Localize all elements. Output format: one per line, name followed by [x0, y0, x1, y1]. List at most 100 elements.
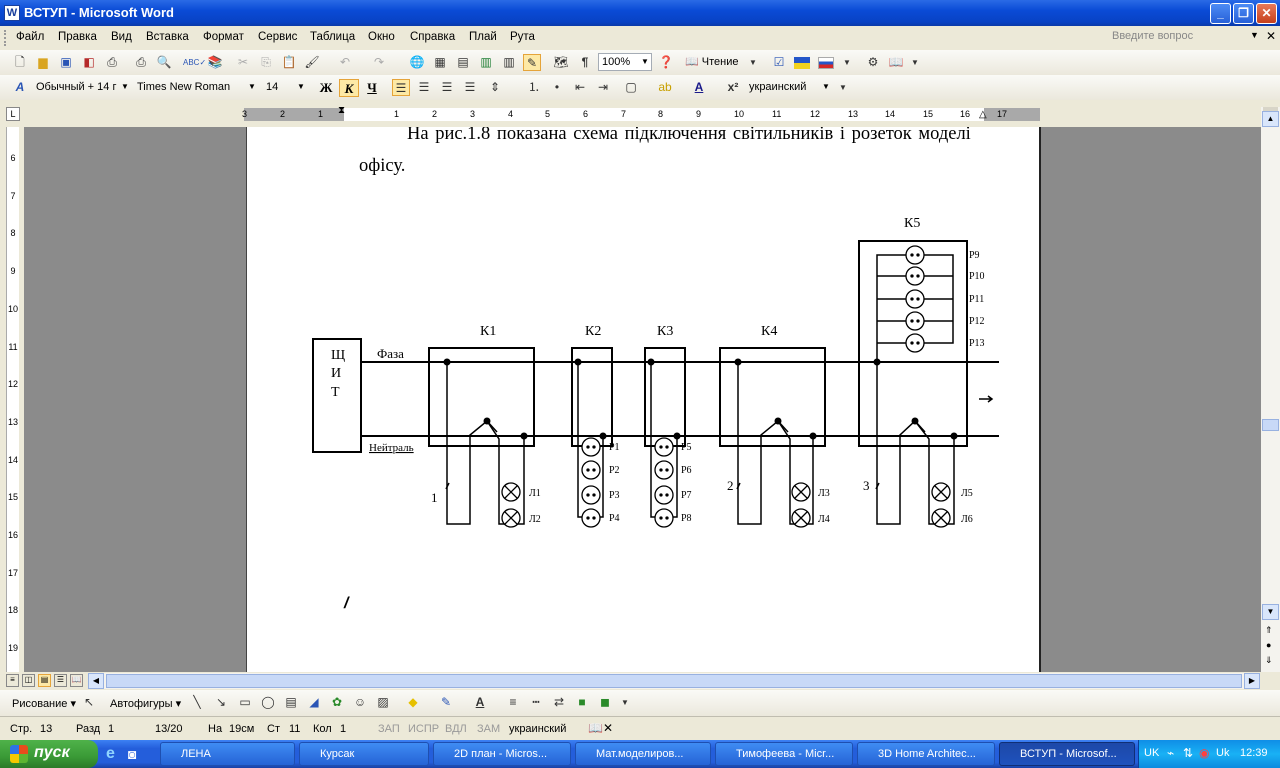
insert-table-icon[interactable]: ▤	[454, 54, 472, 71]
task-kursak[interactable]: Курсак	[299, 742, 429, 766]
paragraph-line-1[interactable]: На рис.1.8 показана схема підключення св…	[407, 127, 971, 145]
start-button[interactable]: пуск	[0, 740, 98, 768]
outline-view-icon[interactable]: ☰	[54, 674, 67, 687]
drawing-toggle-icon[interactable]: ✎	[523, 54, 541, 71]
normal-view-icon[interactable]: ≡	[6, 674, 19, 687]
book-icon[interactable]: 📖	[887, 54, 905, 71]
align-left-icon[interactable]: ☰	[392, 79, 410, 96]
toolbar-options-icon[interactable]: ▼	[748, 54, 758, 71]
textbox-icon[interactable]: ▤	[282, 694, 300, 711]
hscroll-right-button[interactable]: ▶	[1244, 673, 1260, 689]
menu-edit[interactable]: Правка	[58, 31, 97, 43]
right-indent-marker-icon[interactable]: △	[979, 109, 987, 120]
toolbar-options2-icon[interactable]: ▼	[842, 54, 852, 71]
clock[interactable]: 12:39	[1240, 747, 1268, 759]
print-view-icon[interactable]: ▤	[38, 674, 51, 687]
highlight-icon[interactable]: ab	[656, 79, 674, 96]
spelling-status-icon[interactable]: 📖✕	[588, 721, 613, 735]
menu-window[interactable]: Окно	[368, 31, 395, 43]
columns-icon[interactable]: ▥	[500, 54, 518, 71]
open-icon[interactable]: ▆	[34, 54, 52, 71]
excel-icon[interactable]: ▥	[477, 54, 495, 71]
ukraine-flag-icon[interactable]	[794, 57, 810, 69]
3d-icon[interactable]: ◼	[596, 694, 614, 711]
menu-file[interactable]: Файл	[16, 31, 44, 43]
bullets-icon[interactable]: •	[548, 79, 566, 96]
format-painter-icon[interactable]: 🖌	[303, 54, 321, 71]
font-select[interactable]: Times New Roman ▼	[133, 78, 259, 96]
arrow-style-icon[interactable]: ⇄	[550, 694, 568, 711]
paragraph-line-2[interactable]: офісу.	[359, 156, 405, 177]
tab-stop-selector[interactable]: L	[6, 107, 20, 121]
font-color-draw-icon[interactable]: A	[471, 694, 489, 711]
dash-style-icon[interactable]: ┅	[527, 694, 545, 711]
close-button[interactable]: ✕	[1256, 3, 1277, 24]
cut-icon[interactable]: ✂	[234, 54, 252, 71]
new-document-icon[interactable]: 🗋	[11, 54, 29, 71]
tray-app-icon[interactable]: ⌁	[1167, 746, 1174, 760]
maximize-button[interactable]: ❐	[1233, 3, 1254, 24]
italic-button[interactable]: К	[339, 79, 359, 97]
menu-tools[interactable]: Сервис	[258, 31, 297, 43]
help-icon[interactable]: ❓	[657, 54, 675, 71]
redo-icon[interactable]: ↷	[370, 54, 388, 71]
line-color-icon[interactable]: ✎	[437, 694, 455, 711]
line-spacing-icon[interactable]: ⇕	[486, 79, 504, 96]
document-map-icon[interactable]: 🗺	[552, 54, 570, 71]
decrease-indent-icon[interactable]: ⇤	[571, 79, 589, 96]
diagram-icon[interactable]: ✿	[328, 694, 346, 711]
toolbar-options5-icon[interactable]: ▼	[620, 694, 630, 711]
status-extend[interactable]: ВДЛ	[445, 723, 467, 735]
undo-icon[interactable]: ↶	[336, 54, 354, 71]
underline-button[interactable]: Ч	[362, 79, 382, 97]
autoshapes-button[interactable]: Автофигуры ▾	[110, 697, 181, 710]
menu-ruta[interactable]: Рута	[510, 31, 535, 43]
fill-color-icon[interactable]: ◆	[404, 694, 422, 711]
zoom-select[interactable]: 100% ▼	[598, 53, 652, 71]
increase-indent-icon[interactable]: ⇥	[594, 79, 612, 96]
bold-button[interactable]: Ж	[316, 79, 336, 97]
permission-icon[interactable]: ◧	[80, 54, 98, 71]
status-record[interactable]: ЗАП	[378, 723, 400, 735]
russia-flag-icon[interactable]	[818, 57, 834, 69]
copy-icon[interactable]: ⎘	[257, 54, 275, 71]
hscroll-thumb[interactable]	[106, 674, 1242, 688]
line-style-icon[interactable]: ≡	[504, 694, 522, 711]
toolbar-options3-icon[interactable]: ▼	[910, 54, 920, 71]
minimize-button[interactable]: _	[1210, 3, 1231, 24]
spelling-icon[interactable]: ABC✓	[183, 54, 206, 71]
print-quick-icon[interactable]: ⎙	[132, 54, 150, 71]
tables-borders-icon[interactable]: ▦	[431, 54, 449, 71]
style-select[interactable]: Обычный + 14 г ▼	[32, 78, 132, 96]
picture-icon[interactable]: ▨	[374, 694, 392, 711]
spellcheck-flag-icon[interactable]: ☑	[770, 54, 788, 71]
oval-icon[interactable]: ◯	[259, 694, 277, 711]
select-objects-icon[interactable]: ↖	[80, 694, 98, 711]
borders-icon[interactable]: ▢	[622, 79, 640, 96]
scroll-down-button[interactable]: ▼	[1262, 604, 1279, 620]
print-icon[interactable]: ⎙	[103, 54, 121, 71]
task-3d-home[interactable]: 3D Home Architec...	[857, 742, 995, 766]
vertical-scrollbar[interactable]: ▲ ▼ ⇑ ● ⇓	[1261, 107, 1280, 672]
toolbar-options4-icon[interactable]: ▼	[838, 79, 848, 96]
scroll-thumb[interactable]	[1262, 419, 1279, 431]
numbering-icon[interactable]: ⒈	[525, 79, 543, 96]
hyperlink-icon[interactable]: 🌐	[408, 54, 426, 71]
size-select[interactable]: 14 ▼	[262, 78, 308, 96]
status-track[interactable]: ИСПР	[408, 723, 439, 735]
reading-button[interactable]: 📖 Чтение	[685, 55, 738, 68]
tray-keyboard-lang[interactable]: Uk	[1216, 747, 1229, 759]
doc-close-icon[interactable]: ✕	[1266, 29, 1276, 43]
menu-plai[interactable]: Плай	[469, 31, 497, 43]
wordart-icon[interactable]: ◢	[305, 694, 323, 711]
task-lena[interactable]: ЛЕНА	[160, 742, 295, 766]
next-page-icon[interactable]: ⇓	[1265, 655, 1273, 666]
ie-quicklaunch-icon[interactable]: e	[106, 745, 115, 763]
styles-pane-icon[interactable]: A	[11, 79, 29, 96]
help-dropdown-icon[interactable]: ▼	[1250, 30, 1259, 40]
task-timofeeva[interactable]: Тимофеева - Micr...	[715, 742, 853, 766]
paste-icon[interactable]: 📋	[280, 54, 298, 71]
arrow-icon[interactable]: ↘	[212, 694, 230, 711]
desktop-quicklaunch-icon[interactable]: ◙	[128, 746, 136, 762]
scroll-up-button[interactable]: ▲	[1262, 111, 1279, 127]
